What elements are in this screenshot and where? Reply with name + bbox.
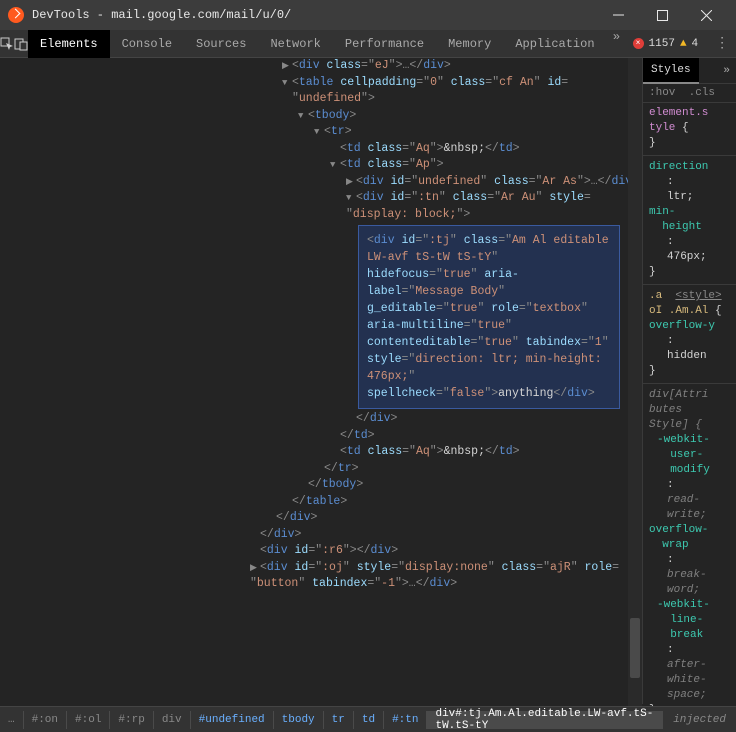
error-icon: × <box>633 38 644 49</box>
panel-tabs: Elements Console Sources Network Perform… <box>28 30 627 58</box>
breadcrumb-item[interactable]: #undefined <box>191 711 274 729</box>
elements-tree[interactable]: <div class="eJ">…</div><table cellpaddin… <box>0 58 642 704</box>
tree-line[interactable]: "undefined"> <box>0 91 642 108</box>
tab-elements[interactable]: Elements <box>28 30 110 58</box>
tree-line[interactable]: <tr> <box>0 124 642 141</box>
breadcrumb-item[interactable]: … <box>0 711 24 729</box>
tab-sources[interactable]: Sources <box>184 30 258 58</box>
tab-performance[interactable]: Performance <box>333 30 436 58</box>
styles-filter-row[interactable]: :hov .cls <box>643 84 736 103</box>
tree-line[interactable]: </td> <box>0 428 642 445</box>
tree-line[interactable]: <td class="Aq">&nbsp;</td> <box>0 444 642 461</box>
breadcrumb-item[interactable]: div <box>154 711 191 729</box>
breadcrumb-item[interactable]: tr <box>324 711 354 729</box>
tree-line[interactable]: <td class="Ap"> <box>0 157 642 174</box>
window-title: DevTools - mail.google.com/mail/u/0/ <box>32 8 291 22</box>
tree-line[interactable]: "button" tabindex="-1">…</div> <box>0 576 642 593</box>
tree-line[interactable]: <table cellpadding="0" class="cf An" id= <box>0 75 642 92</box>
tree-line[interactable]: </div> <box>0 411 642 428</box>
styles-pane: Styles » :hov .cls element.style {}direc… <box>642 58 736 704</box>
breadcrumb: …#:on#:ol#:rpdiv#undefinedtbodytrtd#:tnd… <box>0 706 736 732</box>
breadcrumb-item[interactable]: #:on <box>24 711 67 729</box>
tab-console[interactable]: Console <box>110 30 184 58</box>
tree-line[interactable]: <td class="Aq">&nbsp;</td> <box>0 141 642 158</box>
kebab-menu-icon[interactable]: ⋮ <box>707 35 736 52</box>
injected-label: injected <box>663 714 736 726</box>
breadcrumb-item[interactable]: td <box>354 711 384 729</box>
app-icon <box>8 7 24 23</box>
maximize-button[interactable] <box>640 1 684 29</box>
breadcrumb-item[interactable]: div#:tj.Am.Al.editable.LW-avf.tS-tW.tS-t… <box>427 711 663 729</box>
error-count: 1157 <box>649 38 675 50</box>
tree-line[interactable]: </tr> <box>0 461 642 478</box>
scroll-thumb[interactable] <box>630 618 640 678</box>
styles-rules[interactable]: element.style {}direction:ltr;min- heigh… <box>643 103 736 721</box>
tree-line[interactable]: <div id=":oj" style="display:none" class… <box>0 560 642 577</box>
breadcrumb-item[interactable]: #:tn <box>384 711 427 729</box>
breadcrumb-item[interactable]: tbody <box>274 711 324 729</box>
minimize-button[interactable] <box>596 1 640 29</box>
tree-line[interactable]: </table> <box>0 494 642 511</box>
inspect-element-icon[interactable] <box>0 30 14 58</box>
warn-count: 4 <box>692 38 699 50</box>
tree-line[interactable]: <tbody> <box>0 108 642 125</box>
warn-icon: ▲ <box>680 38 687 50</box>
tree-line[interactable]: <div class="eJ">…</div> <box>0 58 642 75</box>
breadcrumb-item[interactable]: #:ol <box>67 711 110 729</box>
window-titlebar: DevTools - mail.google.com/mail/u/0/ <box>0 0 736 30</box>
tab-network[interactable]: Network <box>258 30 332 58</box>
tab-memory[interactable]: Memory <box>436 30 503 58</box>
device-toggle-icon[interactable] <box>14 30 28 58</box>
tree-line[interactable]: </tbody> <box>0 477 642 494</box>
devtools-toolbar: Elements Console Sources Network Perform… <box>0 30 736 58</box>
tree-line[interactable]: </div> <box>0 527 642 544</box>
more-styles-tabs-icon[interactable]: » <box>699 65 736 77</box>
tree-line[interactable]: <div id=":r6"></div> <box>0 543 642 560</box>
tab-application[interactable]: Application <box>503 30 606 58</box>
styles-tab[interactable]: Styles <box>643 58 699 84</box>
cls-toggle[interactable]: .cls <box>689 87 715 99</box>
close-button[interactable] <box>684 1 728 29</box>
more-tabs-icon[interactable]: » <box>607 30 627 58</box>
tree-line[interactable]: <div id="undefined" class="Ar As">…</div… <box>0 174 642 191</box>
hov-toggle[interactable]: :hov <box>649 87 675 99</box>
elements-scrollbar[interactable] <box>628 58 642 706</box>
tree-line[interactable]: <div id=":tn" class="Ar Au" style= <box>0 190 642 207</box>
tree-line[interactable]: "display: block;"> <box>0 207 642 224</box>
tree-line[interactable]: </div> <box>0 510 642 527</box>
selected-node[interactable]: <div id=":tj" class="Am Al editable LW-a… <box>358 225 620 409</box>
status-counters[interactable]: × 1157 ▲ 4 <box>627 38 708 50</box>
breadcrumb-item[interactable]: #:rp <box>110 711 153 729</box>
